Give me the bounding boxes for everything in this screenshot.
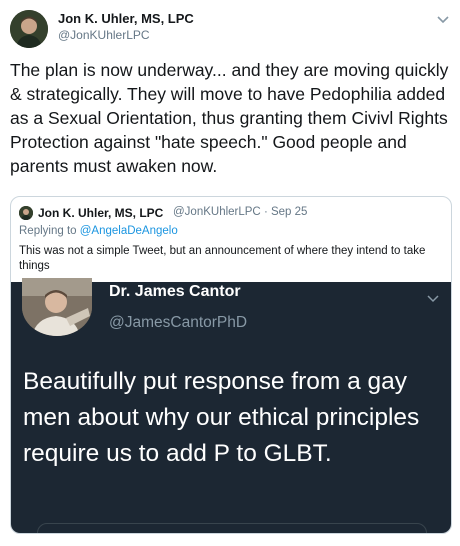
quoted-tweet[interactable]: Jon K. Uhler, MS, LPC @JonKUhlerLPC · Se… <box>10 196 452 534</box>
quoted-author-avatar <box>19 206 33 220</box>
quoted-author-name: Jon K. Uhler, MS, LPC <box>38 206 164 220</box>
meta-separator: · <box>260 206 271 218</box>
tweet-text: The plan is now underway... and they are… <box>10 60 449 176</box>
quoted-author-handle: @JonKUhlerLPC <box>173 206 261 218</box>
reply-prefix: Replying to <box>19 225 80 237</box>
author-handle[interactable]: @JonKUhlerLPC <box>58 28 150 42</box>
chevron-down-icon <box>427 290 439 303</box>
quoted-tweet-text: This was not a simple Tweet, but an anno… <box>19 245 426 272</box>
quoted-author-meta: @JonKUhlerLPC · Sep 25 <box>173 206 307 218</box>
embedded-card-footer <box>37 523 427 533</box>
embedded-tweet-text: Beautifully put response from a gay men … <box>23 368 420 467</box>
embedded-author-handle: @JamesCantorPhD <box>109 314 248 331</box>
embedded-author-name: Dr. James Cantor <box>109 283 241 300</box>
tweet-card: Jon K. Uhler, MS, LPC @JonKUhlerLPC The … <box>0 0 460 546</box>
embedded-author-avatar <box>22 278 92 336</box>
embedded-tweet-image: Dr. James Cantor @JamesCantorPhD Beautif… <box>11 278 451 533</box>
reply-to-link[interactable]: @AngelaDeAngelo <box>80 225 178 237</box>
author-name[interactable]: Jon K. Uhler, MS, LPC <box>58 11 194 26</box>
author-avatar[interactable] <box>10 10 48 48</box>
quoted-tweet-date: Sep 25 <box>270 206 308 218</box>
reply-context: Replying to @AngelaDeAngelo <box>19 225 178 237</box>
chevron-down-icon[interactable] <box>436 12 450 24</box>
